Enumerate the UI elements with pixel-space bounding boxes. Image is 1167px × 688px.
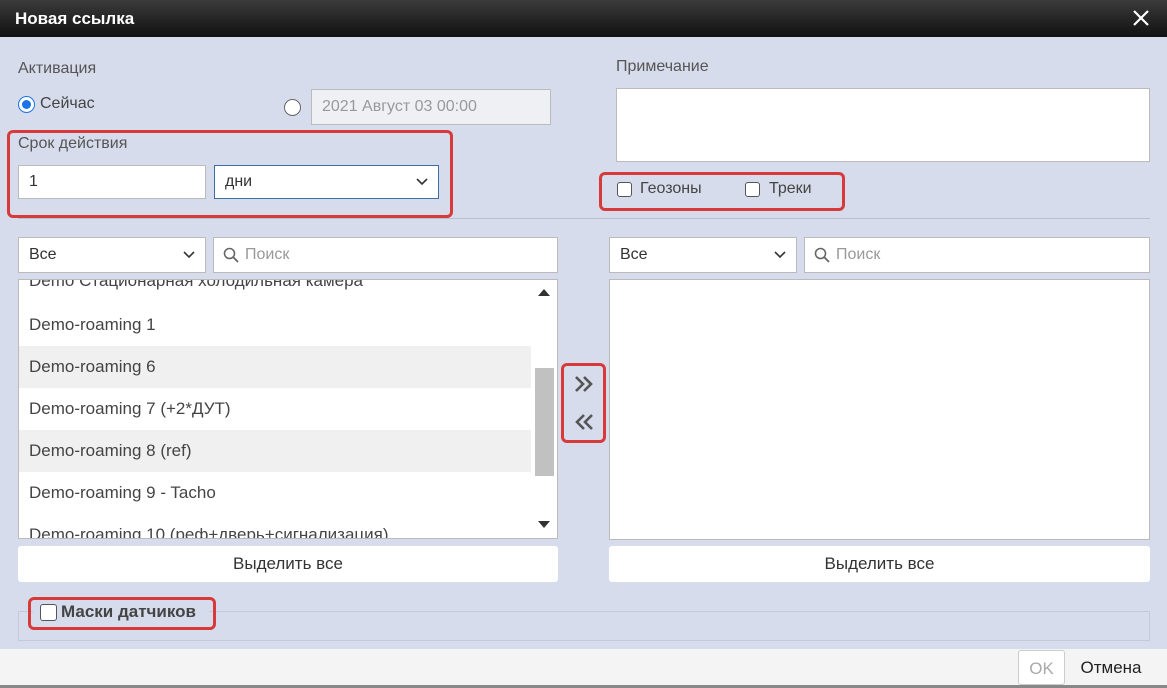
search-icon	[223, 247, 239, 263]
right-search-placeholder: Поиск	[836, 246, 881, 263]
chevron-down-icon	[183, 251, 195, 259]
right-select-all-button[interactable]: Выделить все	[609, 546, 1150, 582]
list-item[interactable]: Demo Стационарная холодильная камера	[19, 280, 531, 302]
chevron-down-icon	[416, 178, 428, 186]
tracks-checkbox[interactable]	[745, 182, 760, 197]
right-filter-value: Все	[620, 246, 648, 263]
activation-now-radio[interactable]	[18, 96, 35, 113]
right-unit-list[interactable]	[609, 279, 1150, 540]
geozones-checkbox[interactable]	[617, 182, 632, 197]
search-icon	[814, 247, 830, 263]
sensor-masks-label: Маски датчиков	[61, 602, 196, 621]
activation-label: Активация	[18, 60, 97, 77]
left-filter-select[interactable]: Все	[18, 237, 206, 273]
list-item[interactable]: Demo-roaming 10 (реф+дверь+сигнализация)	[19, 514, 531, 538]
scroll-down-icon[interactable]	[538, 521, 550, 528]
list-item[interactable]: Demo-roaming 8 (ref)	[19, 430, 531, 472]
list-item[interactable]: Demo-roaming 7 (+2*ДУТ)	[19, 388, 531, 430]
list-item[interactable]: Demo-roaming 9 - Tacho	[19, 472, 531, 514]
validity-value: 1	[29, 173, 38, 190]
activation-now-label: Сейчас	[40, 95, 95, 112]
scrollbar[interactable]	[532, 280, 557, 538]
scroll-up-icon[interactable]	[538, 289, 550, 296]
double-chevron-left-icon[interactable]	[573, 411, 595, 433]
dialog-titlebar: Новая ссылка	[0, 0, 1167, 37]
validity-value-input[interactable]: 1	[18, 165, 206, 199]
activation-date-value: 2021 Август 03 00:00	[322, 98, 477, 115]
sensor-masks-checkbox[interactable]	[40, 604, 57, 621]
validity-unit: дни	[225, 173, 253, 190]
ok-button[interactable]: OK	[1018, 650, 1065, 685]
note-label: Примечание	[616, 58, 709, 75]
right-search-input[interactable]: Поиск	[804, 237, 1150, 273]
list-item[interactable]: Demo-roaming 1	[19, 304, 531, 346]
validity-label: Срок действия	[18, 135, 128, 152]
double-chevron-right-icon[interactable]	[573, 373, 595, 395]
tracks-label: Треки	[769, 180, 812, 197]
validity-unit-select[interactable]: дни	[214, 165, 439, 199]
scrollbar-thumb[interactable]	[535, 368, 554, 476]
divider	[18, 218, 1150, 219]
close-icon[interactable]	[1131, 8, 1151, 28]
dialog-footer: OK Отмена	[0, 649, 1167, 688]
list-item[interactable]: Demo-roaming 6	[19, 346, 531, 388]
left-select-all-button[interactable]: Выделить все	[18, 546, 558, 582]
left-unit-list[interactable]: Demo Стационарная холодильная камера Dem…	[18, 279, 558, 539]
activation-date-radio[interactable]	[284, 99, 301, 116]
chevron-down-icon	[774, 251, 786, 259]
left-filter-value: Все	[29, 246, 57, 263]
activation-date-field[interactable]: 2021 Август 03 00:00	[311, 89, 551, 125]
left-search-input[interactable]: Поиск	[213, 237, 558, 273]
left-search-placeholder: Поиск	[245, 246, 290, 263]
geozones-label: Геозоны	[640, 180, 702, 197]
right-filter-select[interactable]: Все	[609, 237, 797, 273]
cancel-button[interactable]: Отмена	[1071, 650, 1151, 685]
note-textarea[interactable]	[616, 88, 1150, 162]
dialog-title: Новая ссылка	[15, 9, 135, 28]
